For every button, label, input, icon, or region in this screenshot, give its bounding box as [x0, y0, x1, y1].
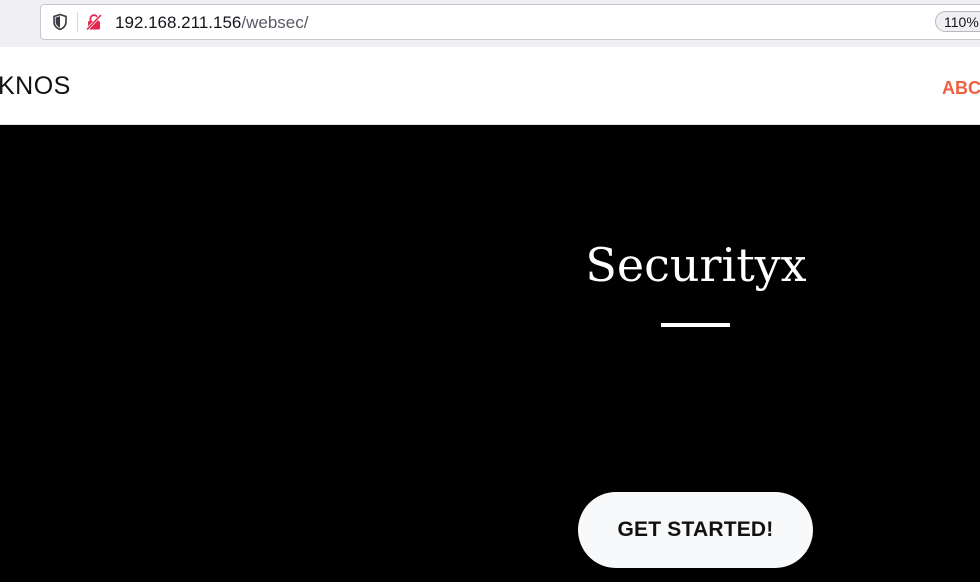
hero-divider: [661, 323, 730, 327]
insecure-lock-icon[interactable]: [85, 13, 103, 31]
hero-title: Securityx: [585, 238, 807, 292]
site-brand[interactable]: KNOS: [0, 71, 71, 101]
address-bar[interactable]: 192.168.211.156/websec/: [40, 4, 980, 40]
url-text[interactable]: 192.168.211.156/websec/: [115, 12, 308, 34]
url-path: /websec/: [241, 13, 309, 32]
zoom-level-button[interactable]: 110%: [935, 11, 980, 32]
hero-section: Securityx GET STARTED!: [0, 125, 980, 582]
browser-toolbar: 192.168.211.156/websec/ 110%: [0, 0, 980, 47]
shield-icon[interactable]: [51, 13, 69, 31]
get-started-button[interactable]: GET STARTED!: [578, 492, 813, 568]
address-bar-separator: [77, 12, 78, 32]
site-navbar: KNOS ABC: [0, 47, 980, 125]
url-host: 192.168.211.156: [115, 13, 242, 32]
nav-link-about[interactable]: ABC: [942, 77, 980, 99]
